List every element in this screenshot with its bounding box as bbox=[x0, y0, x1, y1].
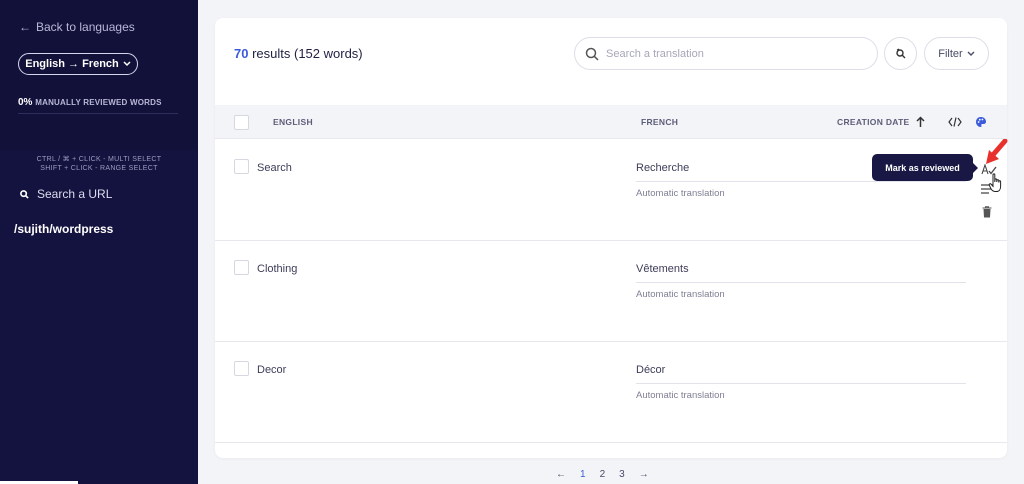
row-checkbox[interactable] bbox=[234, 159, 249, 174]
table-header: ENGLISH FRENCH CREATION DATE bbox=[215, 105, 1007, 139]
next-page-button[interactable]: → bbox=[639, 469, 649, 480]
select-all-checkbox[interactable] bbox=[234, 115, 249, 130]
mark-as-reviewed-tooltip: Mark as reviewed bbox=[872, 154, 978, 181]
search-input[interactable] bbox=[606, 47, 856, 60]
chevron-down-icon bbox=[123, 61, 131, 67]
annotation-arrow-icon bbox=[986, 139, 1008, 164]
column-english[interactable]: ENGLISH bbox=[273, 117, 313, 127]
current-url[interactable]: /sujith/wordpress bbox=[14, 222, 113, 236]
palette-icon[interactable] bbox=[975, 116, 987, 128]
code-icon[interactable] bbox=[948, 117, 962, 127]
target-text[interactable]: Recherche bbox=[636, 162, 689, 174]
filter-button[interactable]: Filter bbox=[924, 37, 989, 70]
back-label: Back to languages bbox=[36, 20, 135, 34]
pagination: ← 1 2 3 → bbox=[556, 469, 649, 480]
chevron-down-icon bbox=[967, 51, 975, 56]
page-1-button[interactable]: 1 bbox=[580, 469, 586, 480]
source-text: Clothing bbox=[257, 263, 298, 275]
translation-search[interactable] bbox=[574, 37, 878, 70]
search-icon bbox=[585, 47, 599, 61]
language-pair-label: English → French bbox=[25, 58, 119, 70]
table-row[interactable]: Clothing Vêtements Automatic translation bbox=[215, 241, 1007, 342]
target-underline bbox=[636, 282, 966, 283]
target-underline bbox=[636, 181, 966, 182]
page-2-button[interactable]: 2 bbox=[600, 469, 606, 480]
search-url-button[interactable]: Search a URL bbox=[20, 187, 112, 201]
sort-ascending-icon[interactable] bbox=[916, 116, 925, 128]
search-replace-button[interactable] bbox=[884, 37, 917, 70]
search-url-label: Search a URL bbox=[37, 187, 113, 201]
row-checkbox[interactable] bbox=[234, 260, 249, 275]
arrow-left-icon: ← bbox=[19, 20, 31, 34]
results-summary: 70 results (152 words) bbox=[234, 46, 363, 61]
results-text: results (152 words) bbox=[252, 46, 363, 61]
range-select-hint: SHIFT + CLICK - RANGE SELECT bbox=[40, 165, 158, 172]
column-french[interactable]: FRENCH bbox=[641, 117, 678, 127]
translations-card: 70 results (152 words) Filter ENGLISH FR… bbox=[215, 18, 1007, 458]
target-underline bbox=[636, 383, 966, 384]
source-text: Search bbox=[257, 162, 292, 174]
search-icon bbox=[20, 189, 29, 199]
filter-label: Filter bbox=[938, 47, 963, 60]
trash-icon[interactable] bbox=[982, 206, 992, 218]
page-3-button[interactable]: 3 bbox=[619, 469, 625, 480]
row-checkbox[interactable] bbox=[234, 361, 249, 376]
sidebar: ← Back to languages English → French 0% … bbox=[0, 0, 198, 484]
progress-bar bbox=[18, 113, 178, 114]
target-text[interactable]: Décor bbox=[636, 364, 665, 376]
table-row[interactable]: Decor Décor Automatic translation bbox=[215, 342, 1007, 443]
review-progress: 0% MANUALLY REVIEWED WORDS bbox=[18, 97, 162, 108]
back-to-languages-link[interactable]: ← Back to languages bbox=[19, 20, 135, 34]
translation-status: Automatic translation bbox=[636, 289, 725, 300]
search-replace-icon bbox=[895, 48, 905, 58]
prev-page-button[interactable]: ← bbox=[556, 469, 566, 480]
target-text[interactable]: Vêtements bbox=[636, 263, 689, 275]
progress-percent: 0% bbox=[18, 97, 33, 108]
translation-status: Automatic translation bbox=[636, 188, 725, 199]
translation-status: Automatic translation bbox=[636, 390, 725, 401]
language-pair-dropdown[interactable]: English → French bbox=[18, 53, 138, 75]
multi-select-hint: CTRL / ⌘ + CLICK - MULTI SELECT bbox=[36, 156, 162, 163]
results-count: 70 bbox=[234, 46, 249, 61]
progress-label: MANUALLY REVIEWED WORDS bbox=[35, 98, 162, 107]
hand-cursor-icon bbox=[988, 173, 1002, 192]
source-text: Decor bbox=[257, 364, 287, 376]
column-creation-date[interactable]: CREATION DATE bbox=[837, 117, 910, 127]
